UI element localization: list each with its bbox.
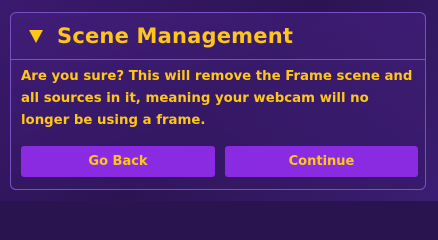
scene-management-dialog: Scene Management Are you sure? This will… — [10, 12, 426, 190]
dialog-header[interactable]: Scene Management — [11, 13, 425, 60]
go-back-button[interactable]: Go Back — [21, 146, 215, 177]
dialog-message: Are you sure? This will remove the Frame… — [21, 69, 413, 128]
triangle-down-icon-svg — [29, 29, 43, 43]
stage: Scene Management Are you sure? This will… — [0, 0, 438, 201]
continue-button[interactable]: Continue — [225, 146, 418, 177]
triangle-down-icon[interactable] — [29, 29, 43, 43]
dialog-title: Scene Management — [57, 24, 294, 48]
